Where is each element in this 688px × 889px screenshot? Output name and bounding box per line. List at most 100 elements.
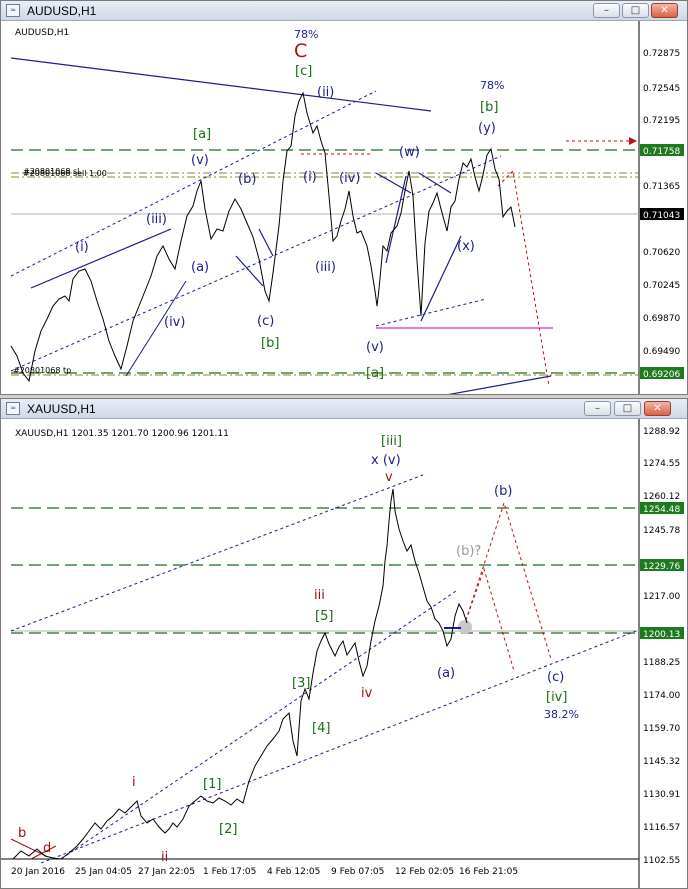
close-button[interactable]: ✕ (651, 3, 678, 18)
price-tick: 1188.25 (643, 658, 680, 668)
price-tick: 1145.32 (643, 757, 680, 767)
price-tick: 0.72195 (643, 116, 680, 126)
wave-label: [b] (261, 336, 279, 351)
audusd-chart-window[interactable]: ≈ AUDUSD,H1 – □ ✕ 0.72875 0.72545 0.7219… (0, 0, 688, 395)
maximize-button[interactable]: □ (614, 401, 641, 416)
wave-label: C (294, 40, 307, 62)
wave-label: iii (314, 588, 325, 603)
wave-label: x (v) (371, 453, 401, 468)
wave-label: (c) (257, 314, 274, 329)
time-tick: 1 Feb 17:05 (203, 867, 256, 877)
price-box-label: 0.69206 (643, 370, 680, 380)
audusd-titlebar[interactable]: ≈ AUDUSD,H1 – □ ✕ (1, 1, 687, 21)
time-tick: 27 Jan 22:05 (138, 867, 195, 877)
price-tick: 1102.55 (643, 856, 680, 866)
wave-label: (b) (238, 172, 256, 187)
xauusd-time-axis: 20 Jan 2016 25 Jan 04:05 27 Jan 22:05 1 … (11, 867, 518, 877)
order-label-tp: #20801068 tp (13, 366, 71, 375)
wave-label: (a) (191, 260, 209, 275)
time-tick: 16 Feb 21:05 (459, 867, 518, 877)
wave-label: (c) (547, 670, 564, 685)
chart-window-icon: ≈ (6, 4, 20, 17)
price-tick: 0.69490 (643, 347, 680, 357)
wave-label: (iv) (339, 171, 360, 186)
chart-window-icon: ≈ (6, 402, 20, 415)
price-tick: 0.72545 (643, 84, 680, 94)
wave-label: ii (161, 850, 168, 865)
wave-label: (i) (75, 240, 89, 255)
audusd-price-axis: 0.72875 0.72545 0.72195 0.71365 0.70620 … (643, 49, 680, 357)
audusd-price-chart[interactable]: 0.72875 0.72545 0.72195 0.71365 0.70620 … (1, 21, 688, 395)
wave-label: i (132, 775, 136, 790)
wave-label: [3] (292, 676, 310, 691)
wave-label: [a] (366, 366, 384, 381)
xauusd-symbol-label: XAUUSD,H1 1201.35 1201.70 1200.96 1201.1… (15, 429, 229, 439)
time-tick: 9 Feb 07:05 (331, 867, 384, 877)
wave-label: d (43, 841, 51, 856)
xauusd-price-chart[interactable]: 1288.92 1274.55 1260.12 1245.78 1217.00 … (1, 419, 688, 889)
order-label-sl: #20801068 sl (23, 167, 79, 176)
price-box-label: 0.71043 (643, 211, 680, 221)
price-box-label: 1229.76 (643, 562, 680, 572)
wave-label: v (385, 470, 393, 485)
wave-label: 78% (480, 79, 504, 92)
price-tick: 1116.57 (643, 823, 680, 833)
wave-label: iv (361, 686, 373, 701)
wave-label: (x) (457, 239, 475, 254)
wave-label: (y) (478, 121, 496, 136)
wave-label: (w) (399, 145, 420, 160)
wave-label: 38.2% (544, 708, 579, 721)
price-tick: 0.72875 (643, 49, 680, 59)
time-tick: 4 Feb 12:05 (267, 867, 320, 877)
price-tick: 0.70620 (643, 248, 680, 258)
wave-label: (v) (191, 153, 209, 168)
wave-label: [4] (312, 721, 330, 736)
audusd-symbol-label: AUDUSD,H1 (15, 28, 70, 38)
price-tick: 1217.00 (643, 592, 680, 602)
wave-label: [5] (315, 609, 333, 624)
price-box-label: 1254.48 (643, 505, 680, 515)
price-tick: 0.69870 (643, 314, 680, 324)
wave-label: [1] (203, 777, 221, 792)
xauusd-wave-labels: [iii] x (v) v (b) (b)? iii [5] [3] [4] i… (18, 434, 579, 865)
minimize-button[interactable]: – (593, 3, 620, 18)
wave-label: [2] (219, 822, 237, 837)
wave-label: (ii) (317, 85, 334, 100)
price-tick: 1288.92 (643, 427, 680, 437)
price-tick: 1245.78 (643, 526, 680, 536)
price-tick: 0.70245 (643, 281, 680, 291)
wave-label: (b) (494, 484, 512, 499)
wave-label: (iv) (164, 315, 185, 330)
price-tick: 1260.12 (643, 492, 680, 502)
xauusd-chart-window[interactable]: ≈ XAUUSD,H1 – □ ✕ 1288.92 1274.55 1260.1… (0, 398, 688, 889)
time-tick: 12 Feb 02:05 (395, 867, 454, 877)
xauusd-price-axis: 1288.92 1274.55 1260.12 1245.78 1217.00 … (643, 427, 680, 866)
xauusd-window-title: XAUUSD,H1 (27, 402, 96, 416)
price-box-label: 0.71758 (643, 147, 680, 157)
price-tick: 1174.00 (643, 691, 680, 701)
wave-label: (b)? (456, 544, 481, 559)
wave-label: (iii) (146, 212, 167, 227)
wave-label: [iv] (546, 690, 567, 705)
wave-label: (i) (303, 170, 317, 185)
minimize-button[interactable]: – (584, 401, 611, 416)
audusd-window-title: AUDUSD,H1 (27, 4, 97, 18)
close-button[interactable]: ✕ (644, 401, 671, 416)
wave-label: [c] (295, 64, 312, 79)
price-tick: 1159.70 (643, 724, 680, 734)
time-tick: 20 Jan 2016 (11, 867, 65, 877)
wave-label: (iii) (315, 260, 336, 275)
maximize-button[interactable]: □ (622, 3, 649, 18)
wave-label: b (18, 826, 26, 841)
price-box-label: 1200.13 (643, 630, 680, 640)
price-tick: 0.71365 (643, 182, 680, 192)
wave-label: [a] (193, 127, 211, 142)
price-tick: 1130.91 (643, 790, 680, 800)
time-tick: 25 Jan 04:05 (75, 867, 132, 877)
xauusd-titlebar[interactable]: ≈ XAUUSD,H1 – □ ✕ (1, 399, 687, 419)
wave-label: (a) (437, 666, 455, 681)
wave-label: [b] (480, 100, 498, 115)
wave-label: (v) (366, 340, 384, 355)
price-tick: 1274.55 (643, 459, 680, 469)
wave-label: [iii] (381, 434, 402, 449)
